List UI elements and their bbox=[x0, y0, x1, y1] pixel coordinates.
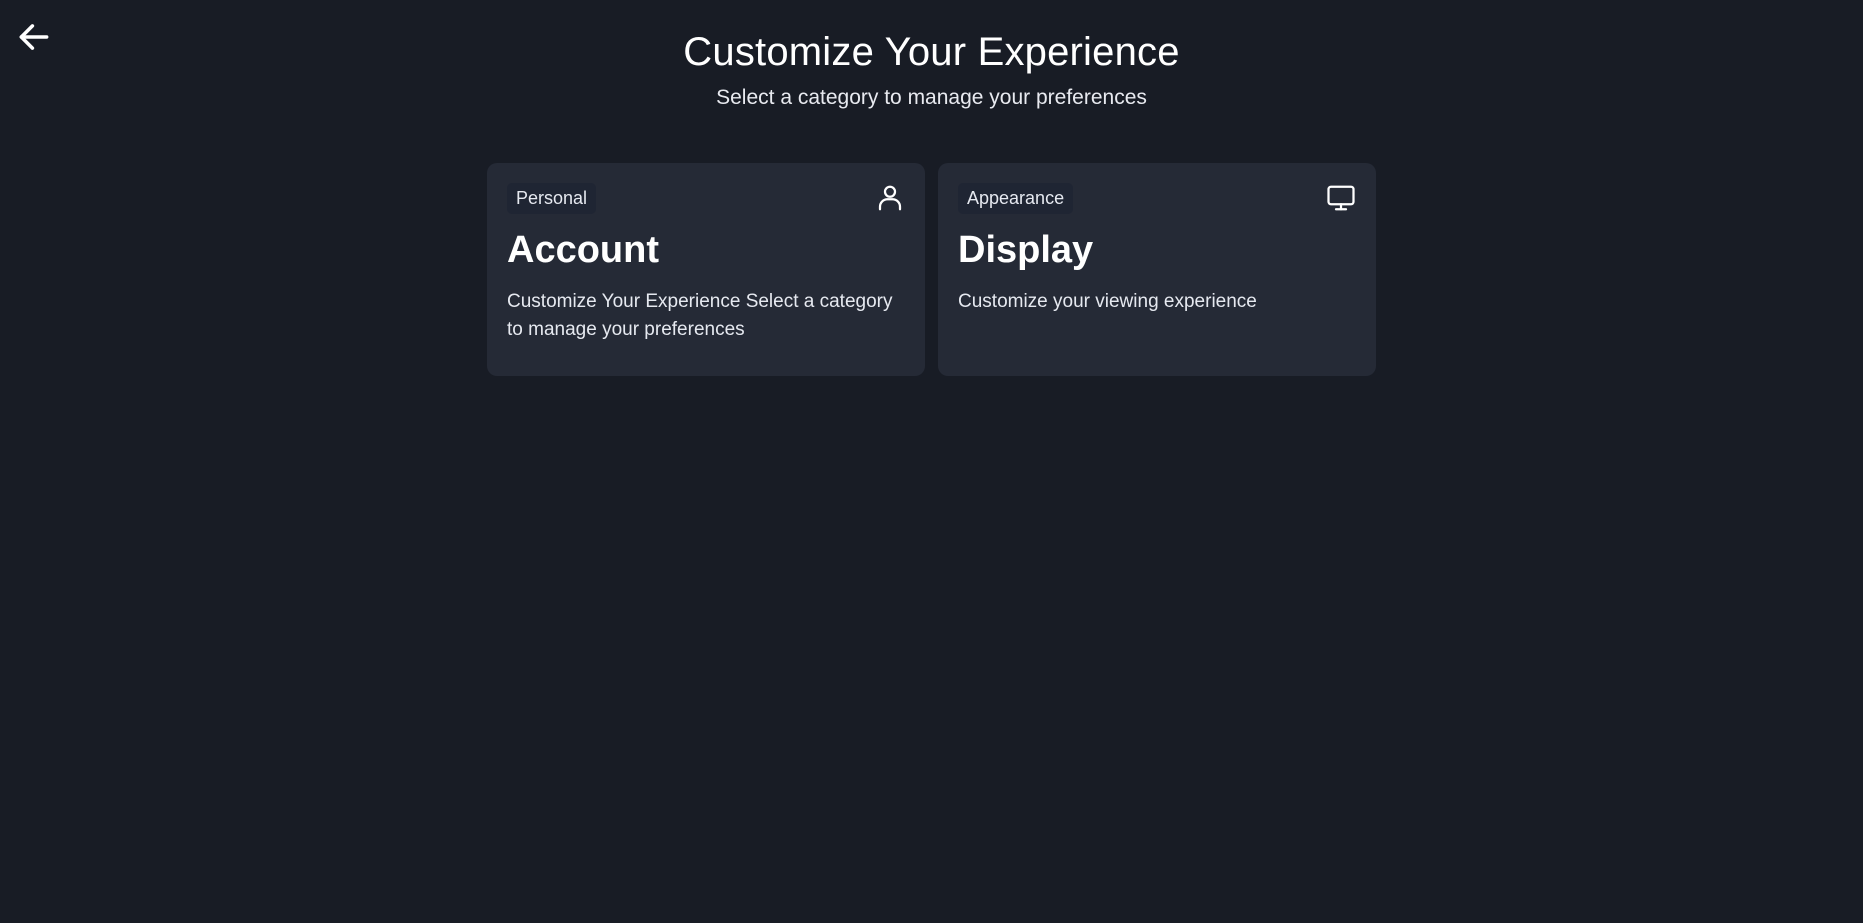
user-icon bbox=[875, 183, 905, 213]
display-card[interactable]: Appearance Display Customize your viewin… bbox=[938, 163, 1376, 376]
account-card[interactable]: Personal Account Customize Your Experien… bbox=[487, 163, 925, 376]
card-title-display: Display bbox=[958, 229, 1094, 271]
card-description-display: Customize your viewing experience bbox=[958, 291, 1257, 312]
card-badge-personal: Personal bbox=[507, 183, 597, 214]
monitor-icon bbox=[1326, 183, 1356, 213]
page-title: Customize Your Experience bbox=[683, 30, 1180, 74]
settings-page: Customize Your Experience Select a categ… bbox=[0, 0, 1863, 923]
card-badge-appearance: Appearance bbox=[958, 183, 1074, 214]
page-header: Customize Your Experience Select a categ… bbox=[0, 26, 1863, 112]
card-description-account: Customize Your Experience Select a categ… bbox=[507, 291, 893, 340]
card-title-account: Account bbox=[507, 229, 659, 271]
category-cards: Personal Account Customize Your Experien… bbox=[487, 163, 1376, 376]
page-subtitle: Select a category to manage your prefere… bbox=[716, 86, 1147, 109]
